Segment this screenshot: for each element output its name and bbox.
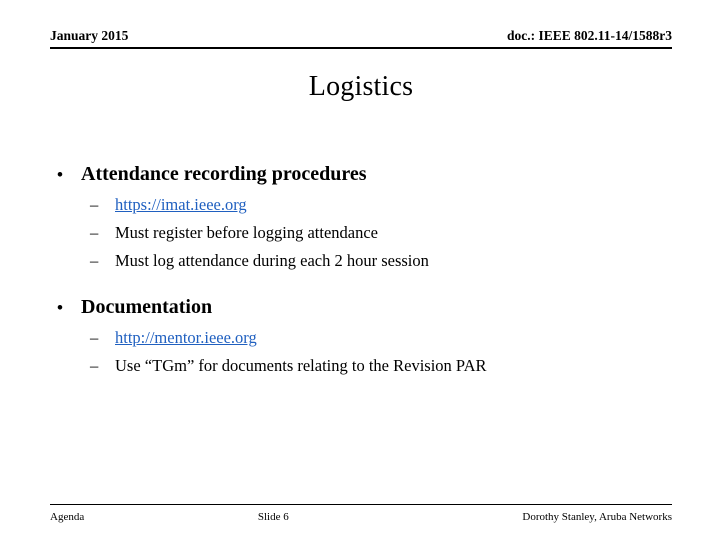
- bullet-level2: – https://imat.ieee.org: [50, 191, 680, 219]
- slide-header: January 2015 doc.: IEEE 802.11-14/1588r3: [50, 28, 672, 48]
- content-block: • Documentation – http://mentor.ieee.org…: [50, 293, 680, 380]
- footer-divider: [50, 504, 672, 505]
- bullet-dot-icon: •: [57, 298, 63, 317]
- mentor-link[interactable]: http://mentor.ieee.org: [115, 324, 680, 352]
- sub-bullet-list: – http://mentor.ieee.org – Use “TGm” for…: [50, 324, 680, 380]
- footer-section-label: Agenda: [50, 511, 85, 523]
- bullet-level2: – Must log attendance during each 2 hour…: [50, 247, 680, 275]
- imat-link[interactable]: https://imat.ieee.org: [115, 191, 680, 219]
- bullet-level2: – Use “TGm” for documents relating to th…: [50, 352, 680, 380]
- sub-bullet-list: – https://imat.ieee.org – Must register …: [50, 191, 680, 275]
- footer-author: Dorothy Stanley, Aruba Networks: [522, 511, 672, 523]
- bullet-level1: • Attendance recording procedures: [50, 160, 680, 189]
- bullet-level1-label: Documentation: [81, 296, 213, 318]
- bullet-level2: – Must register before logging attendanc…: [50, 219, 680, 247]
- footer-slide-number: Slide 6: [257, 511, 289, 523]
- bullet-dash-icon: –: [90, 356, 99, 375]
- content-block: • Attendance recording procedures – http…: [50, 160, 680, 275]
- bullet-level2-label: Use “TGm” for documents relating to the …: [115, 356, 487, 375]
- bullet-dot-icon: •: [57, 165, 63, 184]
- header-date: January 2015: [50, 28, 129, 43]
- bullet-dash-icon: –: [90, 195, 99, 214]
- bullet-dash-icon: –: [90, 223, 99, 242]
- slide-title: Logistics: [308, 71, 414, 102]
- bullet-dash-icon: –: [90, 251, 99, 270]
- header-document-number: doc.: IEEE 802.11-14/1588r3: [506, 28, 672, 43]
- header-divider: [50, 47, 672, 49]
- bullet-level1-label: Attendance recording procedures: [81, 163, 367, 185]
- bullet-level1: • Documentation: [50, 293, 680, 322]
- slide: January 2015 doc.: IEEE 802.11-14/1588r3…: [0, 0, 720, 540]
- slide-body: • Attendance recording procedures – http…: [50, 160, 680, 380]
- slide-footer: Agenda Slide 6 Dorothy Stanley, Aruba Ne…: [50, 509, 672, 525]
- bullet-level2-label: Must register before logging attendance: [115, 223, 378, 242]
- bullet-level2: – http://mentor.ieee.org: [50, 324, 680, 352]
- bullet-level2-label: Must log attendance during each 2 hour s…: [115, 251, 429, 270]
- bullet-dash-icon: –: [90, 328, 99, 347]
